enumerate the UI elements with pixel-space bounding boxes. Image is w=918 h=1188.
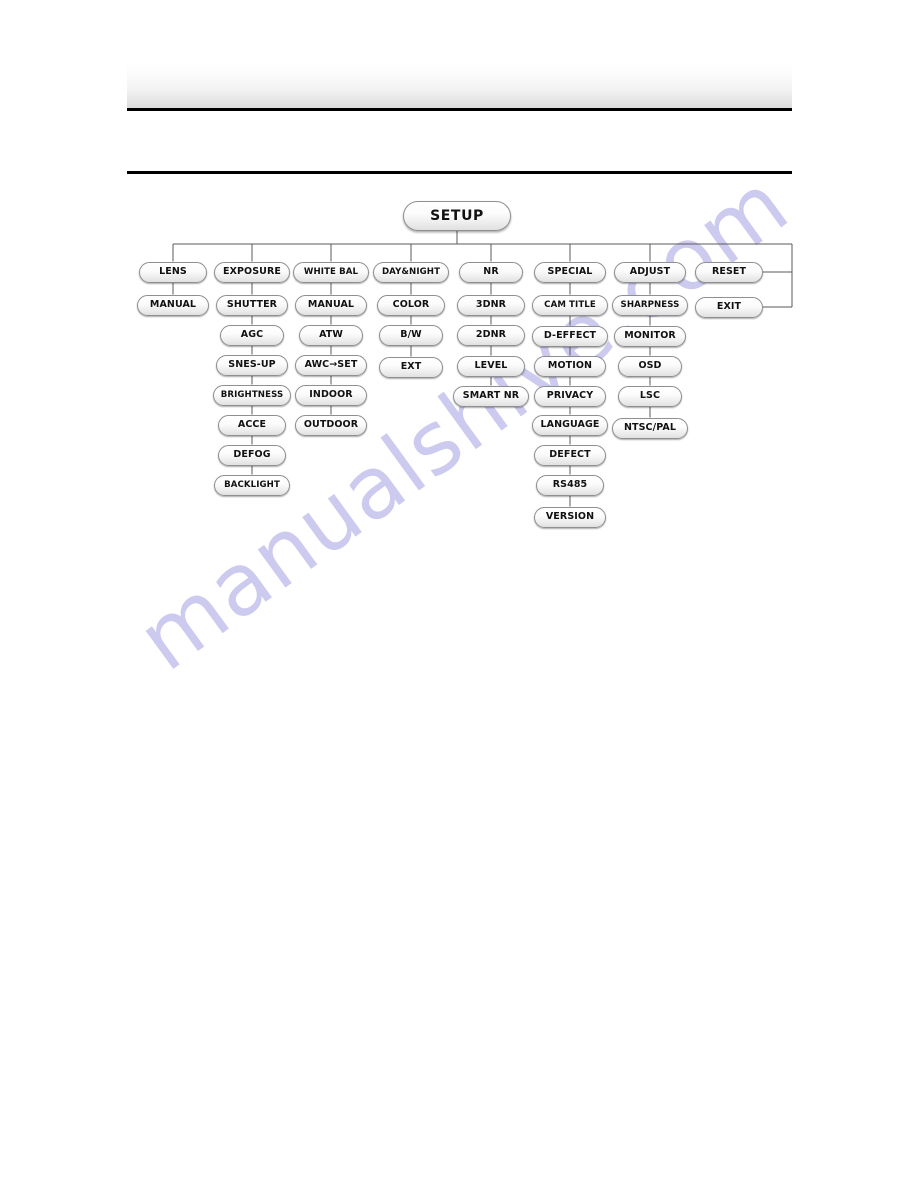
diagram-node-day-and-night-day-night[interactable]: DAY&NIGHT xyxy=(373,261,449,283)
diagram-node-lens-lens[interactable]: LENS xyxy=(139,261,207,283)
diagram-node-reset-exit-exit[interactable]: EXIT xyxy=(695,296,763,318)
diagram-node-special-defect[interactable]: DEFECT xyxy=(534,444,606,466)
diagram-node-adjust-adjust[interactable]: ADJUST xyxy=(614,261,686,283)
diagram-node-special-special[interactable]: SPECIAL xyxy=(534,261,606,283)
diagram-node-exposure-brightness[interactable]: BRIGHTNESS xyxy=(213,384,291,406)
diagram-node-exposure-exposure[interactable]: EXPOSURE xyxy=(214,261,290,283)
diagram-node-exposure-backlight[interactable]: BACKLIGHT xyxy=(214,474,290,496)
diagram-node-day-and-night-b-w[interactable]: B/W xyxy=(379,324,443,346)
diagram-node-adjust-monitor[interactable]: MONITOR xyxy=(614,325,686,347)
diagram-node-nr-3dnr[interactable]: 3DNR xyxy=(457,294,525,316)
diagram-node-special-cam-title[interactable]: CAM TITLE xyxy=(532,294,608,316)
diagram-node-nr-level[interactable]: LEVEL xyxy=(457,355,525,377)
diagram-node-setup-root[interactable]: SETUP xyxy=(403,201,511,231)
diagram-node-special-motion[interactable]: MOTION xyxy=(534,355,606,377)
diagram-node-white-bal-manual[interactable]: MANUAL xyxy=(295,294,367,316)
diagram-node-special-d-effect[interactable]: D-EFFECT xyxy=(532,325,608,347)
diagram-node-white-bal-indoor[interactable]: INDOOR xyxy=(295,384,367,406)
diagram-node-white-bal-atw[interactable]: ATW xyxy=(299,324,363,346)
diagram-node-special-version[interactable]: VERSION xyxy=(534,506,606,528)
diagram-node-adjust-lsc[interactable]: LSC xyxy=(618,385,682,407)
diagram-node-nr-2dnr[interactable]: 2DNR xyxy=(457,324,525,346)
diagram-node-adjust-ntsc-pal[interactable]: NTSC/PAL xyxy=(612,417,688,439)
diagram-node-reset-exit-reset[interactable]: RESET xyxy=(695,261,763,283)
diagram-node-special-privacy[interactable]: PRIVACY xyxy=(534,385,606,407)
diagram-node-exposure-snes-up[interactable]: SNES-UP xyxy=(216,354,288,376)
diagram-node-special-language[interactable]: LANGUAGE xyxy=(532,414,608,436)
diagram-node-white-bal-white-bal[interactable]: WHITE BAL xyxy=(293,261,369,283)
diagram-node-exposure-acce[interactable]: ACCE xyxy=(218,414,286,436)
setup-menu-tree-diagram: SETUP LENS MANUAL EXPOSURE SHUTTER AGC SNES-UP… xyxy=(0,0,918,1188)
diagram-node-day-and-night-color[interactable]: COLOR xyxy=(377,294,445,316)
diagram-node-white-bal-outdoor[interactable]: OUTDOOR xyxy=(295,414,367,436)
diagram-node-day-and-night-ext[interactable]: EXT xyxy=(379,356,443,378)
diagram-node-white-bal-awc-set[interactable]: AWC→SET xyxy=(295,354,367,376)
diagram-node-exposure-defog[interactable]: DEFOG xyxy=(218,444,286,466)
diagram-node-adjust-osd[interactable]: OSD xyxy=(618,355,682,377)
diagram-node-lens-manual[interactable]: MANUAL xyxy=(137,294,209,316)
diagram-node-nr-nr[interactable]: NR xyxy=(459,261,523,283)
diagram-node-special-rs485[interactable]: RS485 xyxy=(536,474,604,496)
diagram-node-nr-smart-nr[interactable]: SMART NR xyxy=(453,385,529,407)
diagram-node-exposure-shutter[interactable]: SHUTTER xyxy=(216,294,288,316)
diagram-node-exposure-agc[interactable]: AGC xyxy=(220,324,284,346)
diagram-node-adjust-sharpness[interactable]: SHARPNESS xyxy=(612,294,688,316)
diagram-connectors xyxy=(172,231,793,507)
